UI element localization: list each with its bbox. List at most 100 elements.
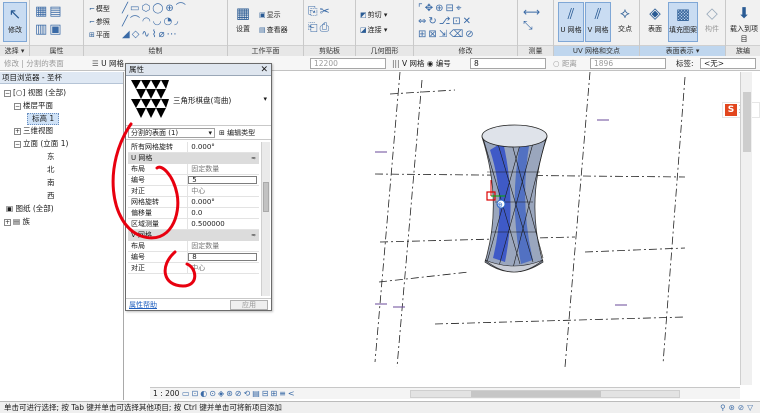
viewer-icon: ▤ xyxy=(259,26,266,34)
surface-button[interactable]: ◈ 表面 xyxy=(643,2,667,42)
family-editor-panel-label: 族编 xyxy=(726,45,760,56)
svg-text:⊕: ⊕ xyxy=(497,201,503,209)
uv-grid-panel: ⫽ U 网格 ⫽ V 网格 ⟡ 交点 UV 网格和交点 xyxy=(554,0,640,56)
draw-reference-line[interactable]: ⌐参照 xyxy=(89,17,110,27)
reference-line-icon: ⌐ xyxy=(89,18,95,26)
views-icon: [○] xyxy=(13,88,28,97)
cursor-arrow-icon: ↖ xyxy=(8,5,22,23)
v-grid-icon: ⫽ xyxy=(594,5,602,23)
clipboard-panel: ⎘✂ ⎗⎙ 剪贴板 xyxy=(304,0,356,56)
draw-shape-tools[interactable]: ╱▭⬡◯⊕⌒ ╱⌒◠◡◔◞ ◢◇∿⌇⌀⋯ xyxy=(122,2,188,41)
modify-context-label: 修改 | 分割的表面 xyxy=(4,59,64,68)
grid-lines-icon: ☰ xyxy=(92,59,102,68)
view-control-icons[interactable]: ▭⊡◐⊙◈⊛⊘⟲▤⊟⊞≡< xyxy=(182,388,297,400)
tree-item-north[interactable]: 北 xyxy=(47,165,55,175)
ribbon: ↖ 修改 选择 ▾ ▦▤ ▥▣ 属性 ⌐模型 ⌐参照 ⊞平面 ╱▭⬡◯⊕⌒ ╱⌒◠◡… xyxy=(0,0,760,56)
options-bar: 修改 | 分割的表面 ☰ U 网格 12200 ||| V 网格 ◉ 编号 8 … xyxy=(0,56,760,71)
workplane-set-button[interactable]: ▦ 设置 xyxy=(231,2,255,42)
draw-reference-plane[interactable]: ⊞平面 xyxy=(89,30,110,40)
status-bar: 单击可进行选择; 按 Tab 键并单击可选择其他项目; 按 Ctrl 键并单击可… xyxy=(0,401,760,413)
project-browser-title: 项目浏览器 - 圣杯 xyxy=(0,72,123,84)
workplane-show-button[interactable]: ▣显示 xyxy=(259,10,281,20)
draw-model-line[interactable]: ⌐模型 xyxy=(89,4,110,14)
draw-panel: ⌐模型 ⌐参照 ⊞平面 ╱▭⬡◯⊕⌒ ╱⌒◠◡◔◞ ◢◇∿⌇⌀⋯ 绘制 xyxy=(84,0,228,56)
model-line-icon: ⌐ xyxy=(89,5,95,13)
properties-panel-label: 属性 xyxy=(30,45,83,56)
tree-item-views[interactable]: − [○] 视图 (全部) xyxy=(4,88,66,98)
view-control-bar: 1 : 200 ▭⊡◐⊙◈⊛⊘⟲▤⊟⊞≡< xyxy=(150,387,740,399)
v-grid-value-field[interactable]: 8 xyxy=(470,58,546,69)
draw-panel-label: 绘制 xyxy=(84,45,227,56)
show-icon: ▣ xyxy=(259,11,266,19)
canvas-horizontal-scrollbar[interactable] xyxy=(410,390,680,398)
measure-icons[interactable]: ⟷ ⤡ xyxy=(523,6,542,32)
workplane-panel-label: 工作平面 xyxy=(228,45,303,56)
tree-item-floor-plans[interactable]: − 楼层平面 xyxy=(14,101,53,111)
join-button[interactable]: ◪连接 ▾ xyxy=(360,25,387,35)
intersects-icon: ⟡ xyxy=(620,4,630,22)
u-grid-button[interactable]: ⫽ U 网格 xyxy=(558,2,584,42)
distance-radio[interactable]: ○ xyxy=(553,59,560,68)
red-annotation-marks xyxy=(111,122,197,288)
load-into-project-icon: ⬇ xyxy=(737,4,751,22)
select-panel: ↖ 修改 选择 ▾ xyxy=(0,0,30,56)
geometry-panel: ◩剪切 ▾ ◪连接 ▾ 几何图形 xyxy=(356,0,414,56)
v-mode-radio[interactable]: ◉ xyxy=(427,59,434,68)
tree-item-families[interactable]: + ▤ 族 xyxy=(4,217,30,227)
plane-icon: ⊞ xyxy=(89,31,95,39)
measure-panel: ⟷ ⤡ 测量 xyxy=(518,0,554,56)
tree-item-3d-views[interactable]: + 三维视图 xyxy=(14,126,53,136)
component-icon: ◇ xyxy=(706,4,718,22)
tree-item-east[interactable]: 东 xyxy=(47,152,55,162)
properties-palette: 属性 ✕ 三角形棋盘(弯曲) ▾ 分割的表面 (1) ▾ ⊞ 编辑类型 所有网格旋… xyxy=(111,63,272,311)
status-filter-icons[interactable]: ⚲⊛⊘▽ xyxy=(720,402,756,413)
cut-icon: ◩ xyxy=(360,11,367,19)
v-grid-button[interactable]: ⫽ V 网格 xyxy=(585,2,611,42)
surface-panel: ◈ 表面 ▩ 填充图案 ◇ 构件 表面表示 ▾ xyxy=(640,0,726,56)
properties-title: 属性 xyxy=(129,65,144,74)
fill-pattern-icon: ▩ xyxy=(675,5,691,23)
tag-select[interactable]: <无> xyxy=(700,58,756,69)
cut-button[interactable]: ◩剪切 ▾ xyxy=(360,10,387,20)
u-grid-value-field[interactable]: 12200 xyxy=(310,58,386,69)
geometry-panel-label: 几何图形 xyxy=(356,45,413,56)
clipboard-icons[interactable]: ⎘✂ ⎗⎙ xyxy=(308,3,332,35)
view-scale[interactable]: 1 : 200 xyxy=(153,388,179,400)
uv-grid-panel-label: UV 网格和交点 xyxy=(554,45,639,56)
u-grid-icon: ⫽ xyxy=(567,5,575,23)
tree-item-level-1[interactable]: 标高 1 xyxy=(27,113,60,125)
properties-panel: ▦▤ ▥▣ 属性 xyxy=(30,0,84,56)
chevron-down-icon[interactable]: ▾ xyxy=(263,95,267,103)
select-panel-label[interactable]: 选择 ▾ xyxy=(0,45,29,56)
modify-panel: ⌜✥⊕⊟⌖ ⇔↻⎇⊡✕ ⊞⊠⇲⌫⊘ 修改 xyxy=(414,0,518,56)
modify-panel-label: 修改 xyxy=(414,45,517,56)
canvas-vertical-scrollbar[interactable] xyxy=(740,72,752,385)
sogou-logo-icon: S xyxy=(725,104,737,116)
distance-option[interactable]: ○ 距离 xyxy=(553,56,577,71)
surface-panel-label[interactable]: 表面表示 ▾ xyxy=(640,45,725,56)
grid-plane-icon: ▦ xyxy=(235,4,251,22)
component-button[interactable]: ◇ 构件 xyxy=(700,2,724,42)
v-grid-lines-icon: ||| xyxy=(392,59,402,68)
tree-item-west[interactable]: 西 xyxy=(47,191,55,201)
tree-item-sheets[interactable]: ▣ 图纸 (全部) xyxy=(6,204,54,214)
tag-label: 标签: xyxy=(676,59,694,68)
workplane-viewer-button[interactable]: ▤查看器 xyxy=(259,25,288,35)
family-editor-panel: ⬇ 载入到项目 族编 xyxy=(726,0,760,56)
v-grid-option[interactable]: ||| V 网格 ◉ 编号 xyxy=(392,56,451,71)
distance-value-field[interactable]: 1896 xyxy=(590,58,666,69)
intersects-button[interactable]: ⟡ 交点 xyxy=(613,2,637,42)
modify-tools[interactable]: ⌜✥⊕⊟⌖ ⇔↻⎇⊡✕ ⊞⊠⇲⌫⊘ xyxy=(418,2,476,41)
tree-item-elevations[interactable]: − 立面 (立面 1) xyxy=(14,139,68,149)
status-message: 单击可进行选择; 按 Tab 键并单击可选择其他项目; 按 Ctrl 键并单击可… xyxy=(4,403,282,412)
measure-panel-label: 测量 xyxy=(518,45,553,56)
surface-icon: ◈ xyxy=(649,4,661,22)
load-into-project-button[interactable]: ⬇ 载入到项目 xyxy=(729,2,759,43)
fill-pattern-button[interactable]: ▩ 填充图案 xyxy=(668,2,698,42)
close-icon[interactable]: ✕ xyxy=(260,64,268,76)
hyperboloid-surface xyxy=(481,124,548,273)
properties-icons[interactable]: ▦▤ ▥▣ xyxy=(35,3,64,39)
tree-item-south[interactable]: 南 xyxy=(47,178,55,188)
u-grid-option[interactable]: ☰ U 网格 xyxy=(92,56,124,71)
modify-button[interactable]: ↖ 修改 xyxy=(3,2,27,42)
